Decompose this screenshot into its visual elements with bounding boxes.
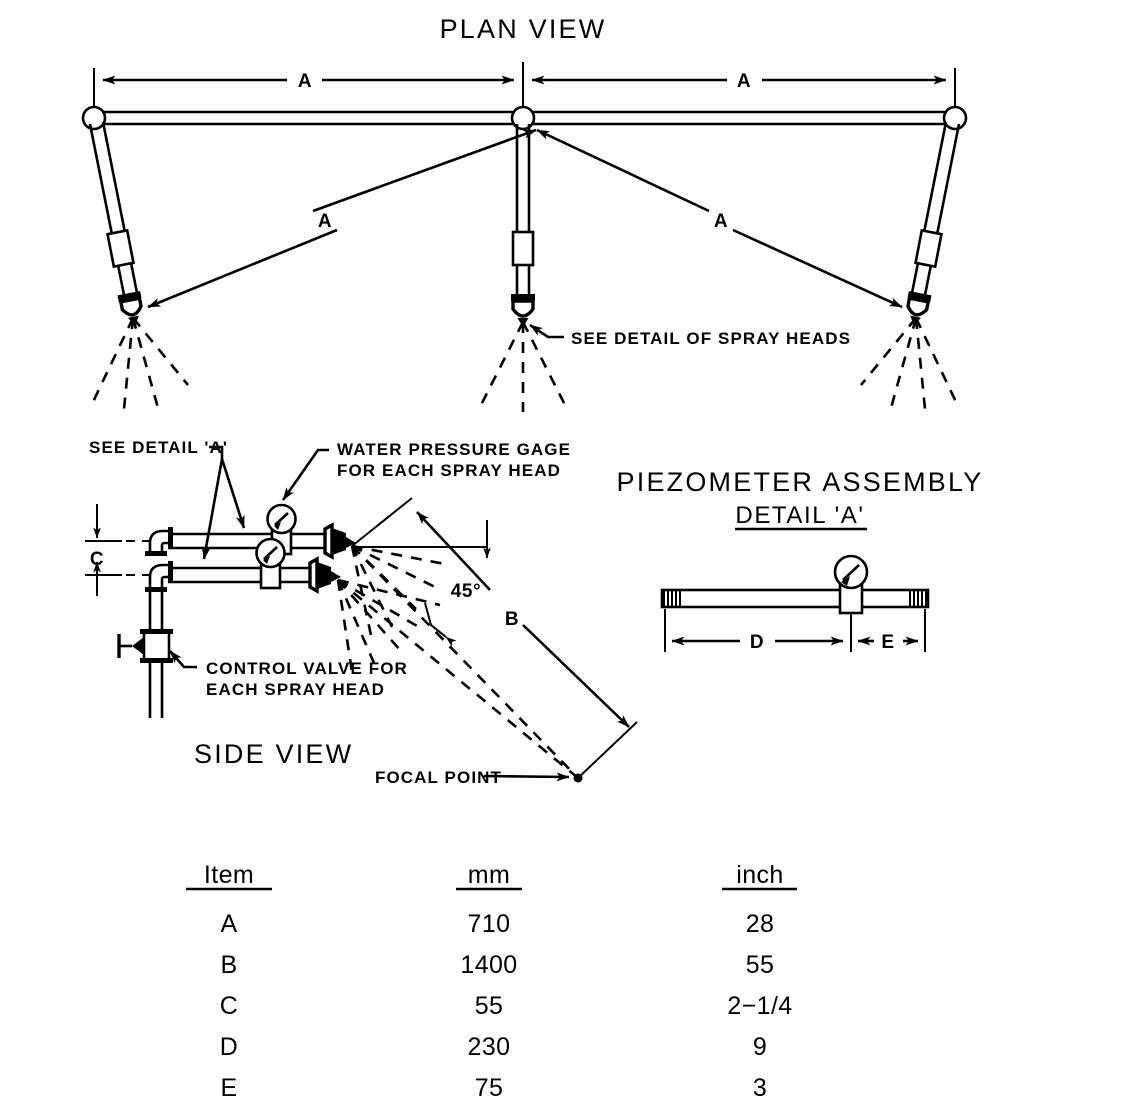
plan-right-coupling (914, 228, 943, 269)
plan-left-spray-fan (90, 317, 190, 410)
piezometer-gage (833, 554, 869, 615)
side-gage-note-line1: WATER PRESSURE GAGE (337, 440, 571, 459)
table-header-mm: mm (468, 861, 510, 889)
plan-left-span-label: A (298, 71, 312, 92)
side-upper-pipe-run (145, 527, 325, 556)
piezometer-title: PIEZOMETER ASSEMBLY (617, 467, 984, 497)
table-cell-mm: 55 (475, 992, 504, 1020)
side-view-group: C 45° B (85, 445, 638, 783)
piezometer-dimension-d: D (671, 632, 844, 653)
plan-right-span-label: A (737, 71, 751, 92)
plan-dimension-extension-lines (93, 62, 956, 112)
side-dimension-c: C (85, 504, 156, 596)
side-angle-label: 45° (451, 581, 482, 602)
side-upper-nozzle (323, 522, 356, 560)
table-cell-inch: 28 (746, 910, 775, 938)
side-view-title: SIDE VIEW (194, 739, 353, 769)
piezometer-detail-group: D E (660, 527, 930, 653)
plan-spray-head-callout-leader (529, 323, 564, 339)
table-row: B 1400 55 (220, 951, 775, 979)
table-cell-mm: 75 (475, 1074, 504, 1102)
side-valve-note-leader (169, 650, 197, 669)
table-row: C 55 2−1/4 (220, 992, 792, 1020)
table-cell-mm: 230 (468, 1033, 511, 1061)
piezometer-pipe-body (660, 588, 930, 609)
plan-dimension-left-span: A (102, 71, 515, 92)
side-gage-note-line2: FOR EACH SPRAY HEAD (337, 461, 561, 480)
side-lower-pressure-gage (255, 537, 286, 590)
plan-left-arm-leader: A (147, 128, 537, 309)
side-b-label: B (505, 609, 519, 630)
plan-spray-head-callout: SEE DETAIL OF SPRAY HEADS (571, 329, 851, 348)
plan-view-group: A A A A (81, 62, 968, 412)
side-lower-nozzle (308, 556, 341, 594)
plan-right-elbow (942, 105, 968, 131)
table-cell-inch: 9 (753, 1033, 767, 1061)
plan-center-coupling (511, 230, 535, 267)
side-detail-a-leader (201, 445, 246, 560)
side-valve-note-line2: EACH SPRAY HEAD (206, 680, 385, 699)
side-c-label: C (90, 549, 104, 570)
side-control-valve (117, 629, 173, 663)
plan-right-arm-leader: A (536, 128, 903, 309)
table-cell-item: E (220, 1074, 237, 1102)
table-cell-inch: 55 (746, 951, 775, 979)
plan-dimension-right-span: A (531, 71, 947, 92)
side-lower-pipe-run (145, 561, 310, 592)
side-see-detail-a-note: SEE DETAIL 'A' (89, 438, 228, 457)
table-cell-inch: 2−1/4 (727, 992, 792, 1020)
plan-center-tee (510, 105, 536, 131)
plan-left-arm-label: A (318, 211, 332, 232)
side-gage-note-leader (281, 448, 329, 501)
piezometer-d-label: D (750, 632, 764, 653)
piezometer-dimension-e: E (857, 632, 919, 653)
plan-right-arm-label: A (714, 211, 728, 232)
plan-right-spray-fan (859, 317, 959, 410)
table-cell-item: B (220, 951, 237, 979)
table-header-item: Item (204, 861, 254, 889)
table-row: E 75 3 (220, 1074, 767, 1102)
drawing-sheet: A A A A C 45° B D E PLAN VIEW SEE DETAIL… (0, 0, 1146, 1102)
table-cell-mm: 710 (468, 910, 511, 938)
plan-left-elbow (81, 105, 107, 131)
table-cell-item: A (220, 910, 237, 938)
side-valve-note-line1: CONTROL VALVE FOR (206, 659, 408, 678)
table-cell-item: C (220, 992, 238, 1020)
table-cell-inch: 3 (753, 1074, 767, 1102)
table-cell-item: D (220, 1033, 238, 1061)
plan-view-title: PLAN VIEW (440, 14, 607, 44)
table-header-inch: inch (736, 861, 783, 889)
plan-left-coupling (106, 228, 135, 269)
table-row: A 710 28 (220, 910, 775, 938)
technical-drawing-canvas: A A A A C 45° B D E PLAN VIEW SEE DETAIL… (81, 14, 984, 1102)
side-focal-point-marker (573, 773, 583, 783)
piezometer-subtitle: DETAIL 'A' (735, 502, 864, 529)
plan-center-drop-pipe (479, 124, 567, 412)
piezometer-e-label: E (881, 632, 894, 653)
table-row: D 230 9 (220, 1033, 767, 1061)
plan-right-drop-arm (859, 121, 961, 410)
side-focal-point-note: FOCAL POINT (375, 768, 502, 787)
plan-center-spray-fan (479, 321, 567, 412)
table-cell-mm: 1400 (460, 951, 517, 979)
plan-left-drop-arm (88, 121, 190, 410)
side-dimension-b: B (351, 497, 638, 779)
